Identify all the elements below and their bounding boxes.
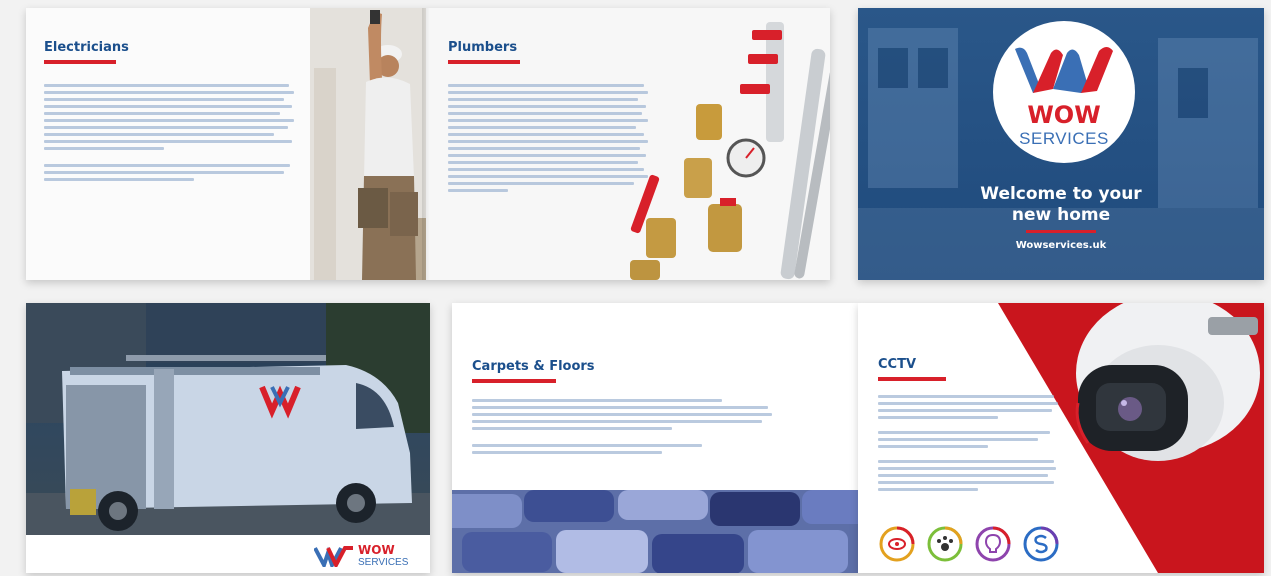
electricians-page: Electricians xyxy=(26,8,426,280)
services-wordmark: SERVICES xyxy=(358,557,409,568)
cctv-page: CCTV xyxy=(858,303,1264,573)
cctv-title: CCTV xyxy=(878,357,917,372)
plumbers-title-underline xyxy=(448,60,520,64)
brochure-spine-shadow xyxy=(422,8,430,280)
van-page: WOW SERVICES xyxy=(26,303,430,573)
electrician-photo xyxy=(310,8,426,280)
wow-wordmark: WOW xyxy=(358,543,395,557)
carpet-samples-photo xyxy=(452,490,858,573)
carpets-body-text xyxy=(472,399,772,458)
van-page-logo: WOW SERVICES xyxy=(314,543,424,571)
coin-icon xyxy=(1023,526,1059,562)
camera-eye-icon xyxy=(879,526,915,562)
cctv-camera-photo xyxy=(1075,303,1260,461)
feature-icons-row xyxy=(878,525,1068,565)
plumbers-title: Plumbers xyxy=(448,40,518,55)
wow-wordmark: WOW xyxy=(1027,101,1101,129)
plumbing-fittings-photo xyxy=(630,22,830,280)
carpets-floors-page: Carpets & Floors xyxy=(452,303,858,573)
brochure-spread: Electricians Plumbers xyxy=(26,8,830,280)
services-wordmark: SERVICES xyxy=(1019,129,1109,148)
cctv-title-underline xyxy=(878,377,946,381)
electricians-body-text xyxy=(44,84,294,185)
plumbers-page: Plumbers xyxy=(426,8,830,280)
cctv-body-text xyxy=(878,395,1058,495)
carpets-title: Carpets & Floors xyxy=(472,359,595,374)
wow-w-mark-icon xyxy=(314,546,353,567)
electricians-title: Electricians xyxy=(44,40,129,55)
wow-w-mark-icon xyxy=(1015,47,1113,93)
electricians-title-underline xyxy=(44,60,116,64)
paw-icon xyxy=(927,526,963,562)
bulb-icon xyxy=(975,526,1011,562)
welcome-heading: Welcome to your new home xyxy=(980,184,1142,225)
welcome-cover: WOW SERVICES Welcome to your new home Wo… xyxy=(858,8,1264,280)
website-url: Wowservices.uk xyxy=(1015,240,1107,251)
wow-logo: WOW SERVICES xyxy=(993,21,1135,163)
van-photo xyxy=(26,303,430,535)
carpets-title-underline xyxy=(472,379,556,383)
welcome-underline xyxy=(1026,230,1096,233)
